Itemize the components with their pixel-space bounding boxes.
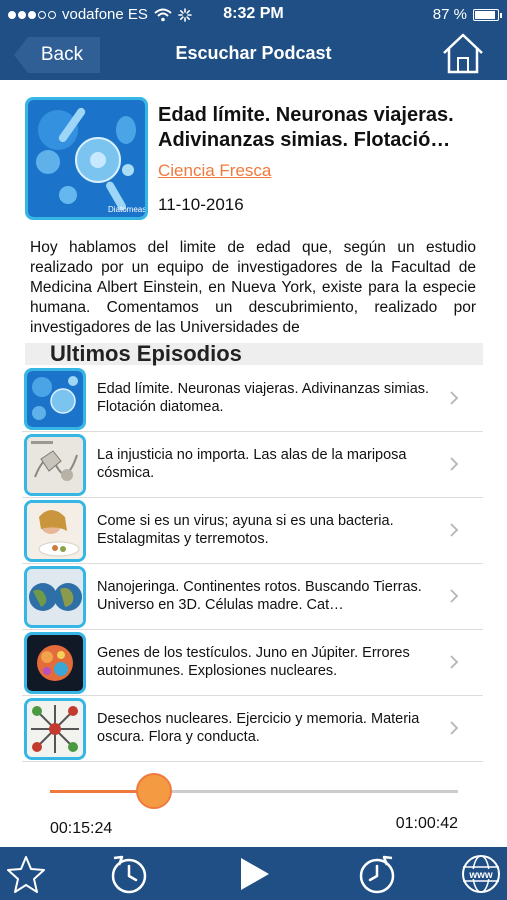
show-link[interactable]: Ciencia Fresca: [158, 161, 271, 181]
battery-icon: [473, 8, 502, 21]
status-bar: vodafone ES 8:32 PM 87 %: [0, 0, 507, 30]
list-item-title: Nanojeringa. Continentes rotos. Buscando…: [97, 579, 422, 613]
list-item-title: Come si es un virus; ayuna si es una bac…: [97, 513, 394, 547]
star-icon: [7, 856, 45, 893]
forward-button[interactable]: [356, 853, 398, 895]
bottom-toolbar: www: [0, 847, 507, 900]
list-item[interactable]: Genes de los testículos. Juno en Júpiter…: [22, 630, 483, 696]
episode-description: Hoy hablamos del limite de edad que, seg…: [30, 239, 476, 336]
chevron-right-icon: [450, 655, 459, 669]
episode-date: 11-10-2016: [158, 195, 244, 214]
rewind-timer-icon: [111, 855, 147, 894]
episode-thumbnail: [24, 632, 86, 694]
progress-slider-handle[interactable]: [135, 773, 172, 809]
svg-text:www: www: [468, 870, 493, 881]
episode-cover-image: Diatomeas: [25, 97, 148, 220]
list-item-title: Genes de los testículos. Juno en Júpiter…: [97, 645, 410, 679]
list-item-title: Edad límite. Neuronas viajeras. Adivinan…: [97, 381, 430, 415]
back-button[interactable]: Back: [14, 37, 100, 73]
section-title: Ultimos Episodios: [50, 341, 242, 366]
list-item[interactable]: Edad límite. Neuronas viajeras. Adivinan…: [22, 366, 483, 432]
forward-timer-icon: [359, 855, 395, 894]
rewind-button[interactable]: [108, 853, 150, 895]
progress-track[interactable]: [50, 790, 458, 793]
chevron-right-icon: [450, 589, 459, 603]
episode-title: Edad límite. Neuronas viajeras. Adivinan…: [158, 104, 454, 151]
chevron-right-icon: [450, 391, 459, 405]
list-item[interactable]: Nanojeringa. Continentes rotos. Buscando…: [22, 564, 483, 630]
nav-bar: Back Escuchar Podcast: [0, 30, 507, 80]
list-item[interactable]: La injusticia no importa. Las alas de la…: [22, 432, 483, 498]
play-button[interactable]: [232, 853, 274, 895]
chevron-right-icon: [450, 721, 459, 735]
home-icon: [443, 33, 483, 74]
list-item[interactable]: Come si es un virus; ayuna si es una bac…: [22, 498, 483, 564]
play-icon: [241, 858, 269, 890]
episode-thumbnail: [24, 566, 86, 628]
total-time: 01:00:42: [395, 815, 458, 832]
episode-thumbnail: [24, 434, 86, 496]
episode-thumbnail: [24, 500, 86, 562]
home-button[interactable]: [441, 32, 485, 76]
website-button[interactable]: www: [460, 853, 502, 895]
list-item-title: La injusticia no importa. Las alas de la…: [97, 447, 407, 481]
battery-percent: 87 %: [432, 6, 467, 23]
favorite-button[interactable]: [5, 853, 47, 895]
elapsed-time: 00:15:24: [50, 820, 113, 837]
status-time: 8:32 PM: [223, 5, 284, 22]
list-item[interactable]: Desechos nucleares. Ejercicio y memoria.…: [22, 696, 483, 762]
list-item-title: Desechos nucleares. Ejercicio y memoria.…: [97, 711, 420, 745]
chevron-right-icon: [450, 523, 459, 537]
episode-thumbnail: [24, 368, 86, 430]
chevron-right-icon: [450, 457, 459, 471]
cover-caption: Diatomeas: [108, 205, 145, 214]
episode-thumbnail: [24, 698, 86, 760]
globe-www-icon: www: [462, 855, 500, 893]
status-right: 87 %: [432, 6, 502, 23]
episode-list: Edad límite. Neuronas viajeras. Adivinan…: [22, 366, 483, 762]
